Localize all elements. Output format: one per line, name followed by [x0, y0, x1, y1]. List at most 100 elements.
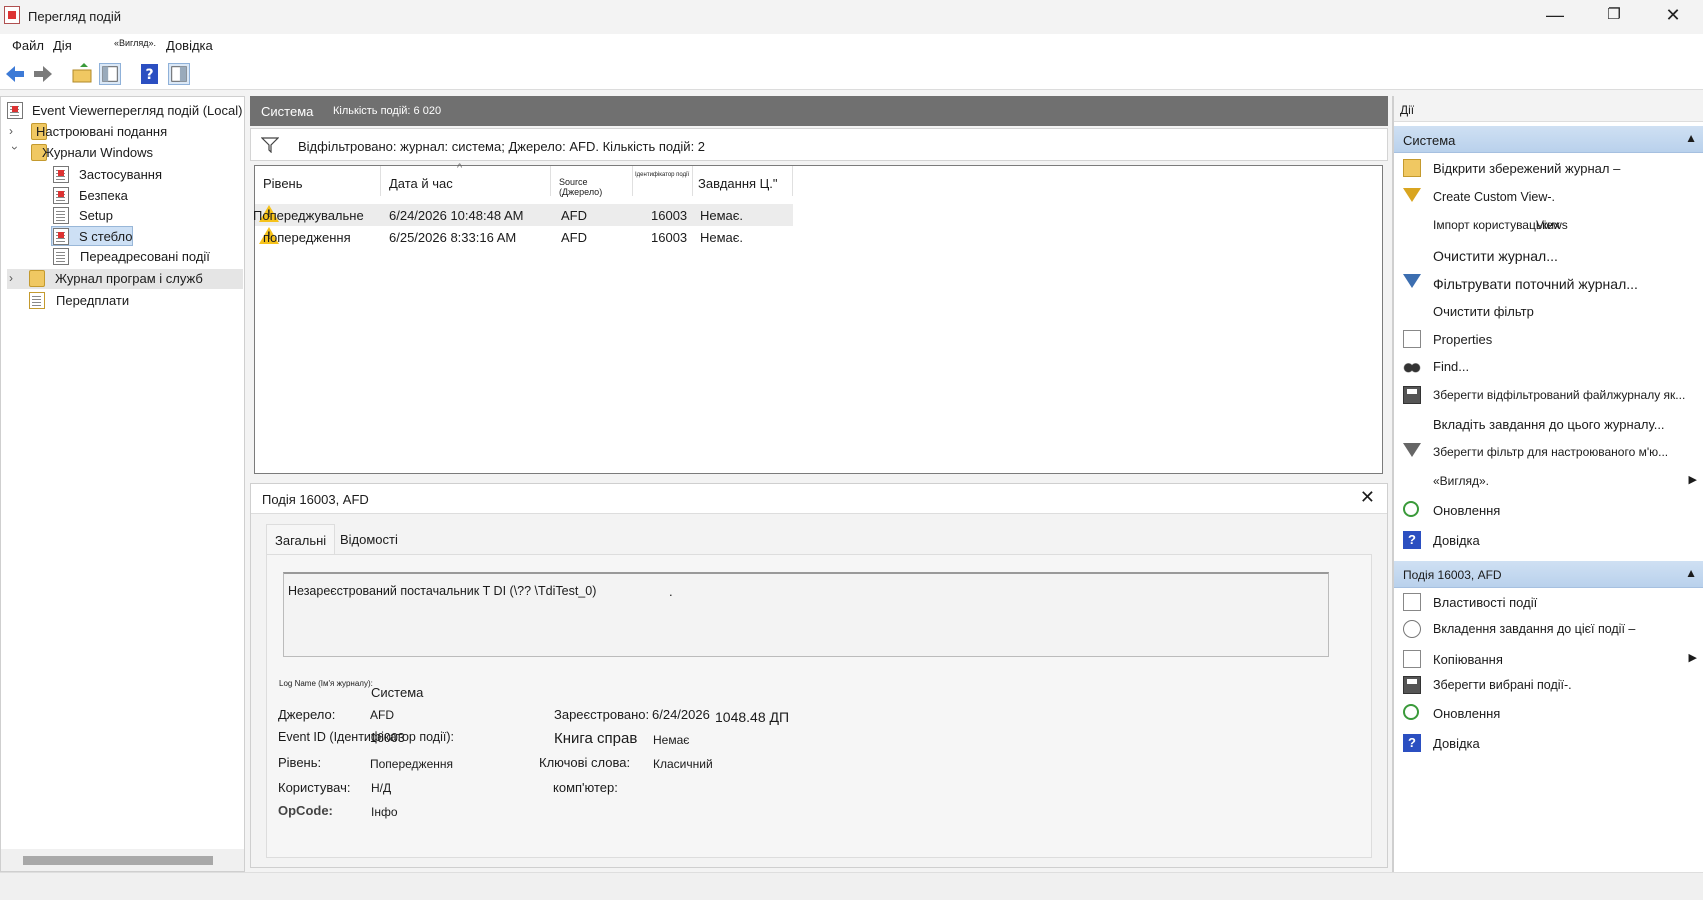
tab-general[interactable]: Загальні — [266, 524, 336, 554]
forward-arrow-icon[interactable] — [32, 63, 54, 85]
log-header: Система Кількість подій: 6 020 — [250, 96, 1388, 126]
logged-time: 1048.48 ДП — [715, 709, 790, 725]
log-icon — [53, 248, 69, 265]
action-copy[interactable]: Копіювання ▶ — [1394, 647, 1703, 673]
action-save-selected-events[interactable]: Зберегти вибрані події-. — [1394, 673, 1703, 699]
horizontal-scrollbar[interactable] — [1, 849, 244, 871]
event-properties-icon — [1403, 593, 1421, 611]
tab-details[interactable]: Відомості — [332, 524, 406, 554]
action-properties[interactable]: Properties — [1394, 327, 1703, 353]
log-icon — [53, 166, 69, 183]
tree-item-system[interactable]: S стебло — [51, 226, 133, 246]
actions-pane: Дії Система ▲ Відкрити збережений журнал… — [1392, 96, 1703, 872]
save-disk-icon — [1403, 386, 1421, 404]
tree-label: Настроювані подання — [36, 124, 168, 139]
action-label: Копіювання — [1433, 652, 1503, 667]
action-clear-log[interactable]: Очистити журнал... — [1394, 243, 1703, 269]
action-save-filter-custom-view[interactable]: Зберегти фільтр для настроюваного м'ю... — [1394, 440, 1703, 466]
column-header-date-label: Дата й час — [389, 176, 453, 191]
tree-label: Переадресовані події — [80, 249, 210, 264]
level-label: Рівень: — [278, 755, 322, 770]
submenu-arrow-icon: ▶ — [1688, 652, 1697, 664]
cell-event-id: 16003 — [651, 208, 688, 223]
help-icon[interactable]: ? — [139, 63, 161, 85]
action-save-filtered-log[interactable]: Зберегти відфільтрований файлжурналу як.… — [1394, 383, 1703, 409]
menu-view[interactable]: «Вигляд». — [114, 38, 156, 48]
events-grid: Рівень Дата й час ^ Source (Джерело) Іде… — [253, 162, 1383, 474]
up-folder-icon[interactable] — [71, 63, 93, 85]
copy-icon — [1403, 650, 1421, 668]
column-header-event-id[interactable]: Ідентифікатор події — [633, 166, 693, 196]
collapse-icon[interactable]: ▲ — [1685, 566, 1697, 580]
action-help[interactable]: ? Довідка — [1394, 528, 1703, 554]
minimize-button[interactable]: — — [1527, 0, 1583, 30]
action-label: Create Custom View-. — [1433, 190, 1556, 204]
status-bar — [0, 872, 1703, 900]
action-attach-task-to-log[interactable]: Вкладіть завдання до цього журналу... — [1394, 412, 1703, 438]
column-header-task-category[interactable]: Завдання Ц." — [693, 166, 793, 196]
log-title: Система — [261, 104, 314, 119]
cell-date: 6/24/2026 10:48:48 AM — [389, 208, 524, 223]
close-button[interactable]: ✕ — [1645, 0, 1701, 30]
level-value: Попередження — [370, 757, 454, 771]
back-arrow-icon[interactable] — [4, 63, 26, 85]
task-clock-icon — [1403, 620, 1421, 638]
scrollbar-thumb[interactable] — [23, 856, 213, 865]
description-text: Незареєстрований постачальник T DI (\?? … — [288, 584, 597, 598]
window-title: Перегляд подій — [28, 9, 122, 24]
menu-help[interactable]: Довідка — [166, 38, 213, 53]
action-find[interactable]: Find... — [1394, 354, 1703, 380]
action-label: Властивості події — [1433, 595, 1538, 610]
cell-source: AFD — [561, 208, 587, 223]
menu-action[interactable]: Дія — [53, 38, 72, 53]
column-header-date[interactable]: Дата й час ^ — [381, 162, 551, 196]
column-header-level[interactable]: Рівень — [255, 166, 381, 196]
action-view[interactable]: «Вигляд». ▶ — [1394, 469, 1703, 495]
action-event-properties[interactable]: Властивості події — [1394, 590, 1703, 616]
cell-task: Немає. — [700, 208, 744, 223]
table-row[interactable]: попередження 6/25/2026 8:33:16 AM AFD 16… — [255, 226, 793, 248]
save-disk-icon — [1403, 676, 1421, 694]
keywords-value: Класичний — [653, 757, 713, 771]
navigation-tree: Event Viewerперегляд подій (Local) › Нас… — [0, 96, 245, 872]
restore-button[interactable]: ❐ — [1586, 0, 1642, 30]
chevron-right-icon[interactable]: › — [9, 124, 21, 138]
show-hide-actions-icon[interactable] — [168, 63, 190, 85]
description-end: . — [669, 584, 673, 599]
section-title: Подія 16003, AFD — [1403, 568, 1502, 582]
actions-title: Дії — [1400, 103, 1415, 117]
action-create-custom-view[interactable]: Create Custom View-. — [1394, 185, 1703, 211]
logged-date: 6/24/2026 — [652, 707, 710, 722]
close-icon[interactable]: ✕ — [1360, 487, 1375, 508]
action-clear-filter[interactable]: Очистити фільтр — [1394, 299, 1703, 325]
filter-bar: Відфільтровано: журнал: система; Джерело… — [250, 128, 1388, 161]
event-count: Кількість подій: 6 020 — [333, 105, 442, 117]
action-attach-task-to-event[interactable]: Вкладення завдання до цієї події – — [1394, 617, 1703, 643]
action-help-event[interactable]: ? Довідка — [1394, 731, 1703, 757]
event-description[interactable]: Незареєстрований постачальник T DI (\?? … — [283, 572, 1329, 657]
actions-section-system[interactable]: Система ▲ — [1394, 126, 1703, 153]
collapse-icon[interactable]: ▲ — [1685, 131, 1697, 145]
chevron-down-icon[interactable]: › — [8, 146, 22, 158]
action-label: Відкрити збережений журнал – — [1433, 161, 1621, 176]
action-refresh-event[interactable]: Оновлення — [1394, 701, 1703, 727]
table-row[interactable]: Попереджувальне 6/24/2026 10:48:48 AM AF… — [253, 204, 793, 226]
action-import-custom-view[interactable]: Імпорт користувацьких Views — [1394, 213, 1703, 239]
action-refresh[interactable]: Оновлення — [1394, 498, 1703, 524]
actions-section-event[interactable]: Подія 16003, AFD ▲ — [1394, 561, 1703, 588]
tree-label: Журнал програм і служб — [55, 271, 203, 286]
column-header-source[interactable]: Source (Джерело) — [551, 166, 633, 197]
menu-file[interactable]: Файл — [12, 38, 44, 53]
folder-icon — [29, 270, 45, 287]
binoculars-icon — [1403, 357, 1421, 375]
action-open-saved-log[interactable]: Відкрити збережений журнал – — [1394, 156, 1703, 182]
tree-item-app-services-logs[interactable]: › Журнал програм і служб — [7, 269, 243, 289]
logged-label: Зареєстровано: — [554, 707, 650, 722]
action-label: Довідка — [1433, 736, 1480, 751]
action-filter-log[interactable]: Фільтрувати поточний журнал... — [1394, 271, 1703, 297]
opcode-label: OpCode: — [278, 803, 333, 818]
cell-level: Попереджувальне — [253, 208, 364, 223]
tree-label: Безпека — [79, 188, 128, 203]
chevron-right-icon[interactable]: › — [9, 271, 21, 285]
show-hide-tree-icon[interactable] — [99, 63, 121, 85]
